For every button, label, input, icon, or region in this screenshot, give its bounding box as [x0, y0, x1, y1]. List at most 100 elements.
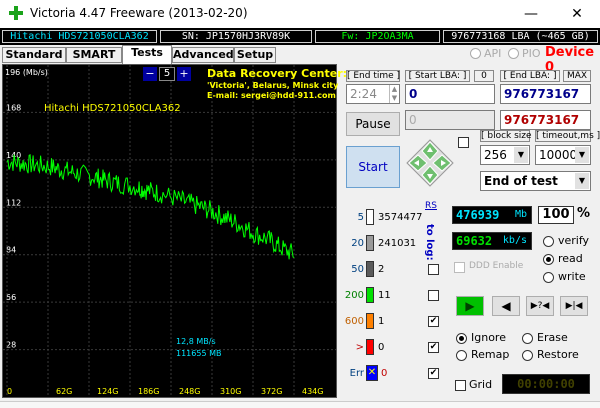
- direction-checkbox[interactable]: [458, 137, 469, 148]
- minimize-button[interactable]: —: [508, 0, 554, 28]
- current-lba-field: 976773167: [500, 110, 591, 130]
- pio-radio[interactable]: [508, 48, 519, 59]
- y-tick-label: 84: [6, 246, 16, 255]
- drive-model: Hitachi HDS721050CLA362: [2, 30, 157, 43]
- stat-count: 11: [378, 290, 391, 301]
- drive-lba-capacity: 976773168 LBA (~465 GB): [443, 30, 598, 43]
- grid-checkbox[interactable]: [455, 380, 466, 391]
- end-lba-field[interactable]: 976773167: [500, 84, 591, 104]
- graph-scale-value: 5: [159, 67, 175, 81]
- end-lba-label: [ End LBA: ]: [500, 70, 560, 82]
- stat-count: 241031: [378, 238, 417, 249]
- stat-color-swatch: [366, 339, 374, 355]
- stat-threshold: 5: [357, 212, 364, 223]
- stat-threshold: 20: [351, 238, 364, 249]
- stat-color-swatch: [366, 313, 374, 329]
- x-tick-label: 434G: [302, 387, 323, 396]
- tab-standard[interactable]: Standard: [2, 47, 66, 63]
- log-checkbox[interactable]: ✔: [428, 368, 439, 379]
- log-checkbox[interactable]: [428, 290, 439, 301]
- tab-advanced[interactable]: Advanced: [172, 47, 234, 63]
- read-radio[interactable]: [543, 254, 554, 265]
- stat-count: 0: [381, 368, 388, 379]
- ddd-enable-checkbox[interactable]: [454, 262, 465, 273]
- drive-serial: SN: JP1570HJ3RV89K: [160, 30, 312, 43]
- ddd-enable-label: DDD Enable: [469, 261, 524, 271]
- api-radio[interactable]: [470, 48, 481, 59]
- log-checkbox[interactable]: ✔: [428, 342, 439, 353]
- restore-radio[interactable]: [522, 350, 533, 361]
- rs-button[interactable]: RS: [422, 201, 440, 213]
- speed-unit: kb/s: [502, 235, 527, 246]
- stat-count: 3574477: [378, 212, 423, 223]
- timeout-label: [ timeout,ms ]: [535, 130, 600, 142]
- pio-label: PIO: [522, 47, 541, 60]
- start-button[interactable]: Start: [346, 146, 400, 188]
- tab-setup[interactable]: Setup: [234, 47, 276, 63]
- window-title: Victoria 4.47 Freeware (2013-02-20): [30, 6, 248, 20]
- verify-radio[interactable]: [543, 236, 554, 247]
- graph-position-text: 111655 MB: [176, 349, 222, 358]
- graph-scale-plus[interactable]: +: [177, 67, 191, 81]
- log-checkbox[interactable]: [428, 264, 439, 275]
- write-label: write: [558, 270, 586, 283]
- write-radio[interactable]: [543, 272, 554, 283]
- close-button[interactable]: ✕: [554, 0, 600, 28]
- erase-label: Erase: [537, 331, 568, 344]
- ignore-radio[interactable]: [456, 333, 467, 344]
- pause-button[interactable]: Pause: [346, 112, 400, 136]
- speed-graph: 168 140 112 84 56 28 0 62G 124G 186G 248G 310G 372G 4…: [2, 64, 337, 398]
- y-tick-label: 112: [6, 198, 21, 207]
- stat-threshold: 50: [351, 264, 364, 275]
- stat-threshold: >: [355, 342, 364, 353]
- y-tick-label: 28: [6, 341, 16, 350]
- timer-display: 00:00:00: [502, 374, 590, 394]
- x-tick-label: 0: [7, 387, 12, 396]
- end-action-select[interactable]: End of test ▼: [480, 171, 591, 191]
- start-lba-zero-button[interactable]: 0: [474, 70, 494, 82]
- x-tick-label: 62G: [56, 387, 72, 396]
- log-checkbox[interactable]: ✔: [428, 316, 439, 327]
- block-size-value: 256: [484, 148, 507, 162]
- graph-scale-minus[interactable]: −: [143, 67, 157, 81]
- chevron-down-icon: ▼: [575, 173, 589, 189]
- y-axis-unit: 196 (Mb/s): [5, 68, 48, 77]
- stat-color-swatch: [366, 209, 374, 225]
- stat-count: 2: [378, 264, 385, 275]
- x-tick-label: 248G: [179, 387, 200, 396]
- end-time-spinner[interactable]: ▲ ▼: [389, 85, 399, 103]
- stat-threshold: 600: [344, 316, 364, 327]
- graph-drive-label: Hitachi HDS721050CLA362: [44, 103, 181, 114]
- api-label: API: [484, 47, 502, 60]
- y-tick-label: 56: [6, 293, 16, 302]
- remap-radio[interactable]: [456, 350, 467, 361]
- x-tick-label: 372G: [261, 387, 282, 396]
- end-icon[interactable]: ▶|◀: [560, 296, 588, 316]
- start-lba-field[interactable]: 0: [405, 84, 495, 104]
- block-size-label: [ block size ]: [480, 130, 538, 142]
- end-lba-max-button[interactable]: MAX: [563, 70, 591, 82]
- x-tick-label: 310G: [220, 387, 241, 396]
- read-label: read: [558, 252, 583, 265]
- timeout-select[interactable]: 10000 ▼: [535, 145, 591, 165]
- stat-threshold: Err: [349, 368, 364, 379]
- block-size-select[interactable]: 256 ▼: [480, 145, 530, 165]
- tab-smart[interactable]: SMART: [66, 47, 122, 63]
- ignore-label: Ignore: [471, 331, 506, 344]
- remap-label: Remap: [471, 348, 510, 361]
- tab-tests[interactable]: Tests: [122, 45, 172, 64]
- current-lba-start-field: 0: [405, 110, 495, 130]
- drc-location: 'Victoria', Belarus, Minsk city: [207, 81, 339, 90]
- verify-label: verify: [558, 234, 590, 247]
- speed-graph-svg: 1681401128456280 62G 124G 186G 248G 310G 372G 4…: [3, 65, 336, 397]
- stat-color-swatch: [366, 261, 374, 277]
- back-icon[interactable]: ◀: [492, 296, 520, 316]
- skip-icon[interactable]: ▶?◀: [526, 296, 554, 316]
- graph-speed-text: 12,8 MB/s: [176, 337, 216, 346]
- percent-unit: %: [577, 206, 591, 221]
- restore-label: Restore: [537, 348, 579, 361]
- stat-threshold: 200: [344, 290, 364, 301]
- erase-radio[interactable]: [522, 333, 533, 344]
- direction-pad[interactable]: [405, 138, 455, 188]
- play-icon[interactable]: ▶: [456, 296, 484, 316]
